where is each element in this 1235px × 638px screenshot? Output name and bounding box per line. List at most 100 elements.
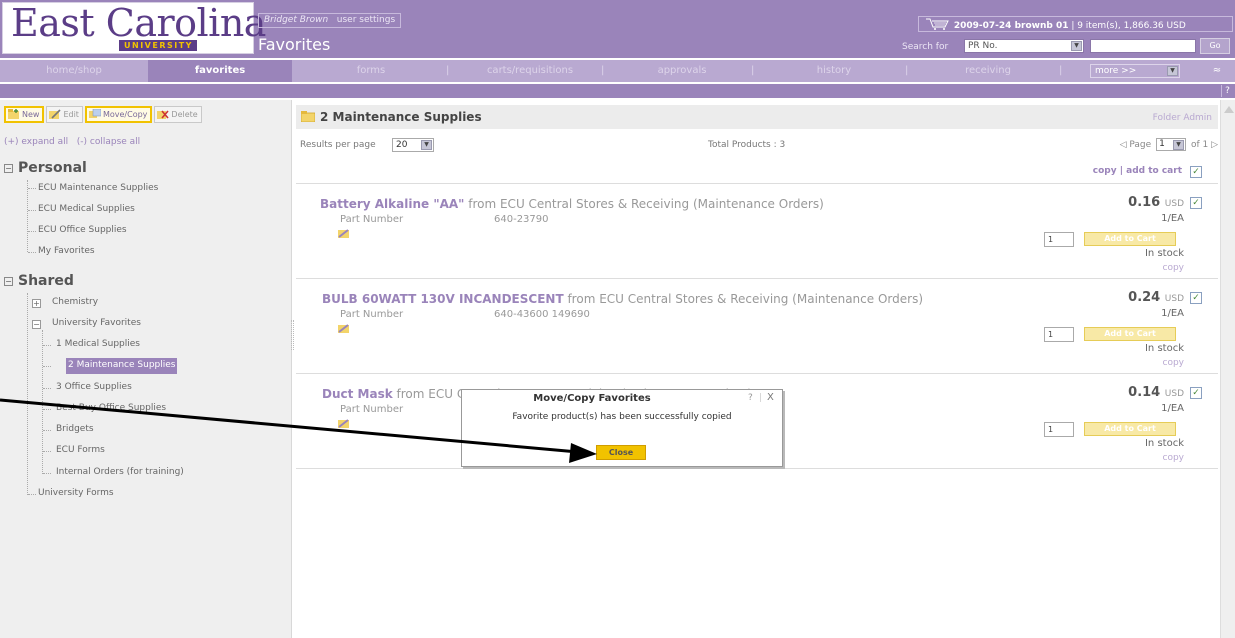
- add-to-cart-button[interactable]: Add to Cart: [1084, 422, 1176, 436]
- sub-bar: ?: [0, 84, 1235, 98]
- stock-status: In stock: [1144, 343, 1184, 354]
- tree-item-1-medical-supplies[interactable]: 1 Medical Supplies: [56, 337, 140, 353]
- quantity-input[interactable]: 1: [1044, 422, 1074, 437]
- product-copy-link[interactable]: copy: [1163, 453, 1185, 463]
- move-copy-label: Move/Copy: [102, 110, 148, 119]
- bulk-add-to-cart-link[interactable]: add to cart: [1126, 166, 1182, 176]
- add-to-cart-button[interactable]: Add to Cart: [1084, 232, 1176, 246]
- move-copy-button[interactable]: Move/Copy: [84, 106, 153, 123]
- tree-item-ecu-office-supplies[interactable]: ECU Office Supplies: [38, 223, 127, 239]
- expand-node-icon[interactable]: +: [32, 299, 41, 308]
- scroll-up-arrow-icon[interactable]: [1224, 106, 1234, 113]
- tree-item-3-office-supplies[interactable]: 3 Office Supplies: [56, 380, 132, 396]
- quantity-input[interactable]: 1: [1044, 232, 1074, 247]
- expand-all-link[interactable]: (+) expand all: [4, 137, 68, 147]
- tab-favorites[interactable]: favorites: [148, 60, 292, 82]
- user-bar: Bridget Brown user settings: [258, 13, 402, 28]
- help-icon[interactable]: ?: [1221, 85, 1233, 97]
- tree-expand-controls: (+) expand all (-) collapse all: [4, 137, 140, 147]
- product-copy-link[interactable]: copy: [1163, 263, 1185, 273]
- delete-folder-button[interactable]: Delete: [154, 106, 202, 123]
- personal-heading[interactable]: − Personal: [4, 160, 87, 176]
- tab-carts-requisitions[interactable]: carts/requisitions: [460, 60, 600, 82]
- tab-home-shop[interactable]: home/shop: [0, 60, 148, 82]
- tree-item-university-favorites[interactable]: University Favorites: [52, 316, 141, 332]
- add-to-cart-button[interactable]: Add to Cart: [1084, 327, 1176, 341]
- pane-splitter-handle[interactable]: [291, 320, 294, 350]
- prev-page-icon[interactable]: ◁: [1120, 140, 1127, 150]
- new-folder-button[interactable]: New: [4, 106, 45, 123]
- bulk-copy-link[interactable]: copy: [1093, 166, 1117, 176]
- tree-item-ecu-forms[interactable]: ECU Forms: [56, 443, 105, 459]
- tree-item-my-favorites[interactable]: My Favorites: [38, 244, 95, 260]
- product-unit: 1/EA: [1161, 213, 1184, 224]
- product-select-checkbox[interactable]: ✓: [1190, 197, 1202, 209]
- vertical-scrollbar[interactable]: [1220, 100, 1235, 638]
- results-per-page-select[interactable]: 20 ▼: [392, 138, 434, 152]
- page-label: Page: [1129, 140, 1152, 150]
- page-title: Favorites: [258, 35, 331, 54]
- bulk-actions: copy | add to cart: [1092, 166, 1182, 176]
- chevron-down-icon: ▼: [421, 140, 432, 150]
- tree-item-bridgets[interactable]: Bridgets: [56, 422, 94, 438]
- tab-receiving[interactable]: receiving: [918, 60, 1058, 82]
- more-tabs-select[interactable]: more >> ▼: [1090, 64, 1180, 78]
- product-select-checkbox[interactable]: ✓: [1190, 387, 1202, 399]
- folder-header: 2 Maintenance Supplies Folder Admin: [296, 105, 1218, 129]
- collapse-node-icon[interactable]: −: [32, 320, 41, 329]
- dialog-close-icon[interactable]: X: [767, 392, 774, 403]
- tree-item-university-forms[interactable]: University Forms: [38, 486, 114, 502]
- search-type-select[interactable]: PR No. ▼: [964, 39, 1084, 53]
- folder-admin-link[interactable]: Folder Admin: [1153, 113, 1212, 123]
- tree-connector: [43, 366, 51, 367]
- tree-connector: [27, 293, 28, 495]
- tab-history[interactable]: history: [764, 60, 904, 82]
- active-cart-summary[interactable]: 2009-07-24 brownb 01 | 9 item(s), 1,866.…: [918, 16, 1233, 32]
- nav-separator: |: [1059, 65, 1063, 76]
- folder-title: 2 Maintenance Supplies: [320, 110, 482, 124]
- next-page-icon[interactable]: ▷: [1211, 140, 1218, 150]
- shared-heading[interactable]: − Shared: [4, 273, 74, 289]
- price-currency: USD: [1164, 294, 1184, 304]
- search-go-button[interactable]: Go: [1200, 38, 1230, 54]
- tab-approvals[interactable]: approvals: [612, 60, 752, 82]
- tree-item-ecu-maintenance-supplies[interactable]: ECU Maintenance Supplies: [38, 181, 158, 197]
- tree-connector: [43, 430, 51, 431]
- dialog-close-button[interactable]: Close: [596, 445, 646, 460]
- header: East Carolina UNIVERSITY Bridget Brown u…: [0, 0, 1235, 58]
- bulk-actions-row: copy | add to cart ✓: [296, 162, 1218, 184]
- tree-connector: [43, 451, 51, 452]
- search-input[interactable]: [1090, 39, 1196, 53]
- product-name-link[interactable]: Duct Mask: [322, 387, 393, 401]
- product-row: BULB 60WATT 130V INCANDESCENT from ECU C…: [296, 280, 1218, 374]
- collapse-toggle-icon[interactable]: −: [4, 164, 13, 173]
- tree-item-chemistry[interactable]: Chemistry: [52, 295, 98, 311]
- product-title: BULB 60WATT 130V INCANDESCENT from ECU C…: [322, 292, 923, 306]
- product-name-link[interactable]: BULB 60WATT 130V INCANDESCENT: [322, 292, 564, 306]
- tab-forms[interactable]: forms: [336, 60, 406, 82]
- new-folder-label: New: [22, 110, 40, 119]
- quantity-input[interactable]: 1: [1044, 327, 1074, 342]
- collapse-header-icon[interactable]: ≈: [1210, 64, 1224, 78]
- user-settings-link[interactable]: user settings: [337, 15, 395, 25]
- search-label: Search for: [902, 42, 949, 52]
- total-products: Total Products : 3: [708, 140, 786, 150]
- chevron-down-icon: ▼: [1173, 140, 1185, 150]
- product-select-checkbox[interactable]: ✓: [1190, 292, 1202, 304]
- page-select[interactable]: 1 ▼: [1156, 138, 1187, 151]
- university-logo[interactable]: East Carolina UNIVERSITY: [2, 1, 266, 54]
- edit-folder-button[interactable]: Edit: [46, 106, 83, 123]
- part-number-label: Part Number: [340, 404, 404, 415]
- product-copy-link[interactable]: copy: [1163, 358, 1185, 368]
- dialog-help-icon[interactable]: ?: [748, 393, 753, 403]
- tree-item-2-maintenance-supplies[interactable]: 2 Maintenance Supplies: [66, 358, 178, 374]
- tree-item-ecu-medical-supplies[interactable]: ECU Medical Supplies: [38, 202, 135, 218]
- collapse-all-link[interactable]: (-) collapse all: [77, 137, 140, 147]
- tree-item-internal-orders[interactable]: Internal Orders (for training): [56, 465, 184, 481]
- main-nav: home/shop favorites forms | carts/requis…: [0, 60, 1235, 82]
- tree-item-best-buy-office-supplies[interactable]: Best Buy Office Supplies: [56, 401, 166, 417]
- collapse-toggle-icon[interactable]: −: [4, 277, 13, 286]
- select-all-checkbox[interactable]: ✓: [1190, 166, 1202, 178]
- part-number-value: 640-43600 149690: [494, 309, 590, 320]
- product-name-link[interactable]: Battery Alkaline "AA": [320, 197, 464, 211]
